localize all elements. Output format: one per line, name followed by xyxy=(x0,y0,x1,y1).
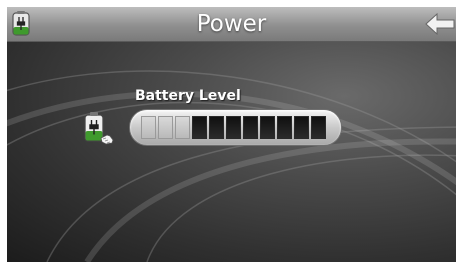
battery-segment-filled xyxy=(226,116,241,139)
battery-segment-empty xyxy=(141,116,156,139)
battery-segment-filled xyxy=(243,116,258,139)
battery-level-label: Battery Level xyxy=(135,88,241,104)
battery-segment-filled xyxy=(277,116,292,139)
battery-segment-filled xyxy=(209,116,224,139)
battery-plug-icon xyxy=(84,112,114,145)
battery-segment-filled xyxy=(311,116,326,139)
power-screen: Power Battery Level xyxy=(7,7,456,262)
battery-segment-empty xyxy=(158,116,173,139)
title-bar: Power xyxy=(7,7,456,42)
battery-level-meter xyxy=(130,110,341,145)
battery-segment-empty xyxy=(175,116,190,139)
battery-segment-filled xyxy=(294,116,309,139)
back-arrow-icon[interactable] xyxy=(425,13,455,35)
battery-segment-filled xyxy=(192,116,207,139)
battery-segments xyxy=(141,116,326,139)
battery-segment-filled xyxy=(260,116,275,139)
page-title: Power xyxy=(196,11,267,37)
battery-plug-icon xyxy=(12,11,30,36)
